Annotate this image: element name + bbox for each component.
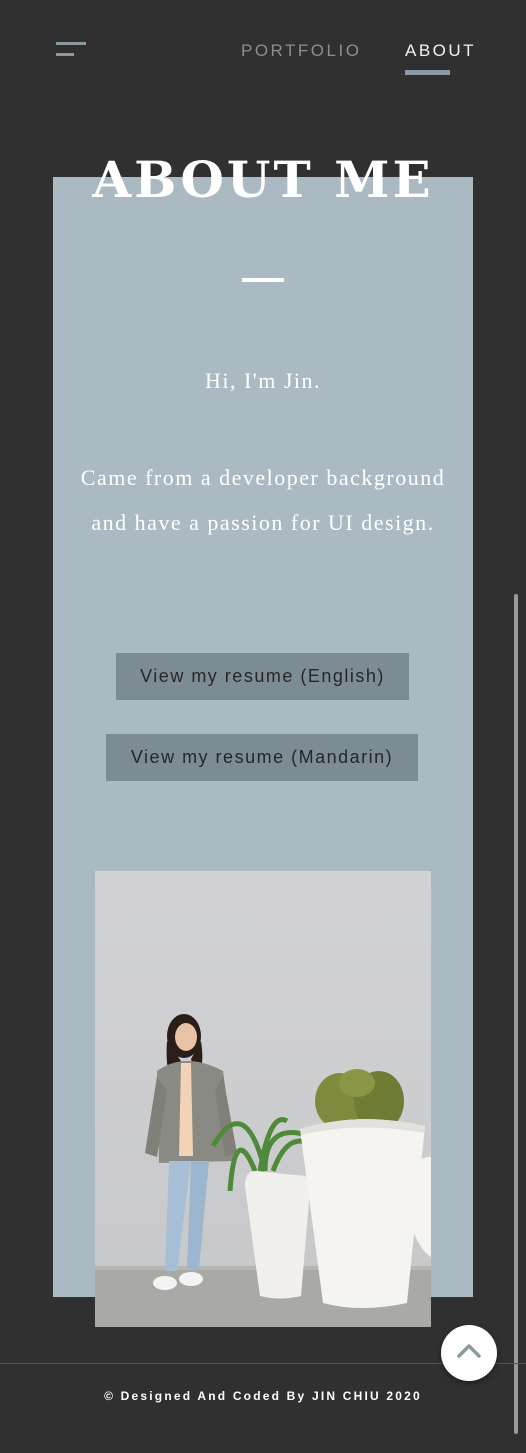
title-divider — [242, 278, 284, 282]
nav-link-portfolio[interactable]: PORTFOLIO — [241, 41, 361, 61]
resume-english-button[interactable]: View my resume (English) — [116, 653, 409, 700]
resume-mandarin-button[interactable]: View my resume (Mandarin) — [106, 734, 418, 781]
nav-link-about[interactable]: ABOUT — [405, 41, 476, 61]
page-scrollbar[interactable] — [514, 594, 518, 1434]
footer-copyright: © Designed And Coded By JIN CHIU 2020 — [104, 1389, 422, 1403]
chevron-up-icon — [456, 1343, 482, 1364]
back-to-top-button[interactable] — [441, 1325, 497, 1381]
page-title: ABOUT ME — [92, 150, 434, 209]
hamburger-menu-icon[interactable] — [56, 42, 88, 60]
intro-description: Came from a developer background and hav… — [80, 465, 446, 535]
site-header: PORTFOLIO ABOUT — [0, 0, 526, 98]
active-nav-indicator — [405, 70, 450, 75]
intro-greeting: Hi, I'm Jin. — [204, 368, 322, 393]
profile-photo — [95, 871, 431, 1327]
